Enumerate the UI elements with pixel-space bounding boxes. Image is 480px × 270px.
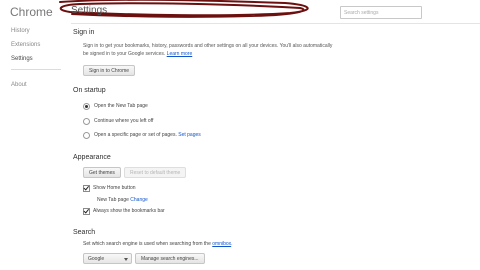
reset-theme-button[interactable]: Reset to default theme	[124, 167, 187, 178]
signin-text-line2-wrap: be signed in to your Google services. Le…	[83, 50, 473, 58]
page-title: Settings	[71, 5, 108, 16]
sidebar-divider	[11, 69, 61, 70]
learn-more-link[interactable]: Learn more	[167, 51, 193, 57]
sidebar-item-about[interactable]: About	[11, 82, 27, 88]
search-description-period: .	[231, 241, 233, 247]
search-section-title: Search	[73, 229, 96, 236]
search-description: Set which search engine is used when sea…	[83, 240, 233, 248]
radio-continue[interactable]	[83, 117, 90, 125]
search-description-text: Set which search engine is used when sea…	[83, 241, 211, 247]
sign-in-to-chrome-button[interactable]: Sign in to Chrome	[83, 65, 136, 76]
sidebar-item-settings[interactable]: Settings	[11, 56, 33, 62]
home-page-change-link[interactable]: Change	[130, 197, 148, 203]
header-divider	[71, 23, 480, 24]
show-bookmarks-bar-option[interactable]: Always show the bookmarks bar	[83, 207, 165, 215]
search-engine-select[interactable]: Google	[83, 253, 132, 264]
radio-specific-pages[interactable]	[83, 131, 90, 139]
show-bookmarks-bar-checkbox[interactable]	[83, 207, 90, 215]
home-page-setting: New Tab page Change	[97, 196, 148, 204]
home-page-value: New Tab page	[97, 197, 129, 203]
startup-option-label: Open a specific page or set of pages.	[94, 132, 177, 138]
startup-option-label: Open the New Tab page	[94, 103, 148, 109]
show-bookmarks-bar-label: Always show the bookmarks bar	[93, 208, 165, 214]
chevron-down-icon	[124, 258, 128, 261]
search-input[interactable]	[340, 6, 422, 19]
startup-option-specific-pages[interactable]: Open a specific page or set of pages. Se…	[83, 131, 201, 139]
startup-option-continue[interactable]: Continue where you left off	[83, 117, 153, 125]
show-home-button-checkbox[interactable]	[83, 184, 90, 192]
app-title: Chrome	[10, 5, 53, 19]
signin-section-title: Sign in	[73, 29, 95, 36]
show-home-button-label: Show Home button	[93, 185, 136, 191]
manage-search-engines-button[interactable]: Manage search engines...	[135, 253, 205, 264]
appearance-section-title: Appearance	[73, 154, 111, 161]
set-pages-link[interactable]: Set pages	[178, 132, 201, 138]
startup-option-new-tab[interactable]: Open the New Tab page	[83, 102, 148, 110]
search-engine-value: Google	[88, 256, 105, 262]
get-themes-button[interactable]: Get themes	[83, 167, 121, 178]
sidebar-item-extensions[interactable]: Extensions	[11, 42, 40, 48]
signin-description: Sign in to get your bookmarks, history, …	[83, 42, 473, 58]
omnibox-link[interactable]: omnibox	[212, 241, 231, 247]
startup-option-label: Continue where you left off	[94, 118, 154, 124]
sidebar: Chrome History Extensions Settings About	[0, 0, 68, 270]
signin-text-line1: Sign in to get your bookmarks, history, …	[83, 43, 333, 49]
show-home-button-option[interactable]: Show Home button	[83, 184, 136, 192]
radio-new-tab[interactable]	[83, 102, 90, 110]
startup-section-title: On startup	[73, 87, 106, 94]
sidebar-item-history[interactable]: History	[11, 28, 30, 34]
signin-text-line2: be signed in to your Google services.	[83, 51, 166, 57]
